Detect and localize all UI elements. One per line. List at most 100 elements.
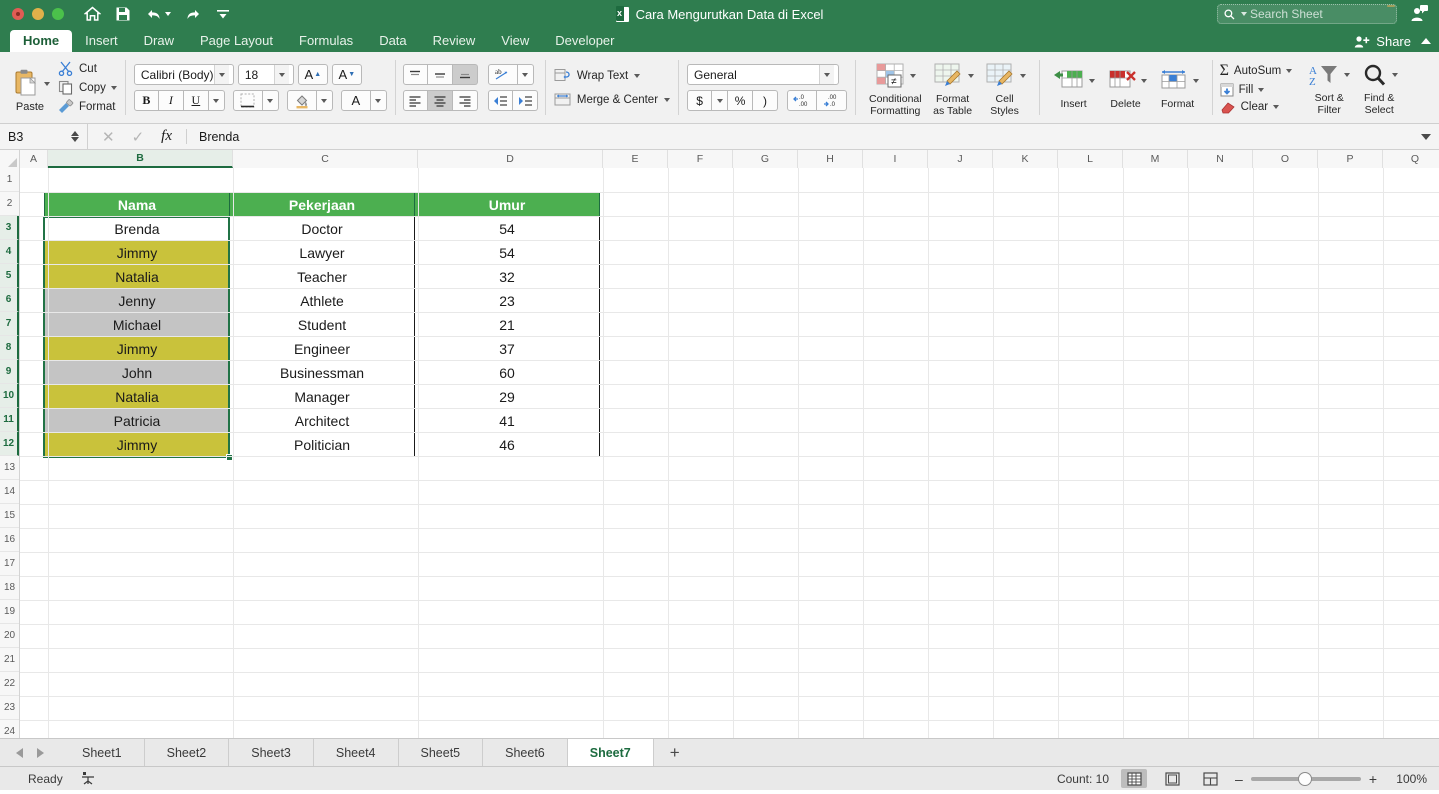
- sheet-tab-sheet4[interactable]: Sheet4: [314, 739, 399, 766]
- cell-nama[interactable]: Jenny: [44, 288, 230, 313]
- undo-dropdown-caret[interactable]: [165, 12, 171, 16]
- cell-pekerjaan[interactable]: Engineer: [229, 336, 415, 361]
- format-painter-button[interactable]: Format: [58, 99, 117, 114]
- row-header-13[interactable]: 13: [0, 456, 19, 480]
- align-top-button[interactable]: [402, 64, 428, 85]
- column-header-A[interactable]: A: [20, 150, 48, 168]
- tab-data[interactable]: Data: [366, 30, 419, 52]
- percent-style-button[interactable]: %: [728, 90, 754, 111]
- cell-umur[interactable]: 23: [414, 288, 600, 313]
- cell-pekerjaan[interactable]: Doctor: [229, 216, 415, 241]
- sheet-tab-sheet6[interactable]: Sheet6: [483, 739, 568, 766]
- row-header-3[interactable]: 3: [0, 216, 19, 240]
- cell-pekerjaan[interactable]: Businessman: [229, 360, 415, 385]
- orientation-dropdown-caret[interactable]: [517, 64, 534, 85]
- copy-dropdown-caret[interactable]: [110, 85, 117, 90]
- autosum-caret[interactable]: [1286, 68, 1293, 73]
- sheet-tab-sheet2[interactable]: Sheet2: [145, 739, 230, 766]
- zoom-slider[interactable]: – +: [1235, 771, 1377, 787]
- tab-developer[interactable]: Developer: [542, 30, 627, 52]
- column-header-I[interactable]: I: [863, 150, 928, 168]
- close-window-button[interactable]: [12, 8, 24, 20]
- customize-toolbar-icon[interactable]: [216, 8, 230, 21]
- column-header-F[interactable]: F: [668, 150, 733, 168]
- cell-umur[interactable]: 60: [414, 360, 600, 385]
- normal-view-button[interactable]: [1121, 769, 1148, 788]
- align-bottom-button[interactable]: [452, 64, 478, 85]
- increase-indent-button[interactable]: [512, 90, 538, 111]
- cell-nama[interactable]: Jimmy: [44, 336, 230, 361]
- table-header-cell[interactable]: Nama: [44, 192, 230, 217]
- cell-pekerjaan[interactable]: Manager: [229, 384, 415, 409]
- paste-dropdown-caret[interactable]: [43, 81, 50, 86]
- column-header-L[interactable]: L: [1058, 150, 1123, 168]
- copy-button[interactable]: Copy: [58, 80, 117, 95]
- data-table[interactable]: Nama Pekerjaan Umur Brenda Doctor 54 Jimmy Lawy…: [44, 192, 600, 457]
- column-header-C[interactable]: C: [233, 150, 418, 168]
- align-right-button[interactable]: [452, 90, 478, 111]
- row-header-14[interactable]: 14: [0, 480, 19, 504]
- column-header-O[interactable]: O: [1253, 150, 1318, 168]
- row-header-1[interactable]: 1: [0, 168, 19, 192]
- cell-pekerjaan[interactable]: Architect: [229, 408, 415, 433]
- table-header-cell[interactable]: Umur: [414, 192, 600, 217]
- column-header-K[interactable]: K: [993, 150, 1058, 168]
- cancel-edit-icon[interactable]: ✕: [102, 128, 115, 146]
- undo-icon[interactable]: [145, 7, 171, 22]
- cell-umur[interactable]: 41: [414, 408, 600, 433]
- font-color-dropdown-caret[interactable]: [370, 90, 387, 111]
- fill-color-dropdown-caret[interactable]: [316, 90, 333, 111]
- column-header-M[interactable]: M: [1123, 150, 1188, 168]
- cell-nama[interactable]: Jimmy: [44, 432, 230, 457]
- sheet-tab-sheet5[interactable]: Sheet5: [399, 739, 484, 766]
- row-header-20[interactable]: 20: [0, 624, 19, 648]
- cell-umur[interactable]: 46: [414, 432, 600, 457]
- formula-input[interactable]: Brenda: [187, 130, 1439, 144]
- borders-dropdown-caret[interactable]: [262, 90, 279, 111]
- tab-page-layout[interactable]: Page Layout: [187, 30, 286, 52]
- grid-cells[interactable]: Nama Pekerjaan Umur Brenda Doctor 54 Jimmy Lawy…: [20, 168, 1439, 738]
- merge-center-button[interactable]: Merge & Center: [554, 92, 671, 107]
- cell-pekerjaan[interactable]: Teacher: [229, 264, 415, 289]
- row-header-5[interactable]: 5: [0, 264, 19, 288]
- cell-umur[interactable]: 32: [414, 264, 600, 289]
- row-header-15[interactable]: 15: [0, 504, 19, 528]
- home-icon[interactable]: [84, 6, 101, 22]
- format-cells-caret[interactable]: [1192, 78, 1199, 83]
- cell-pekerjaan[interactable]: Student: [229, 312, 415, 337]
- column-header-D[interactable]: D: [418, 150, 603, 168]
- select-all-button[interactable]: [0, 150, 20, 168]
- format-cells-button[interactable]: Format: [1152, 66, 1204, 110]
- currency-button[interactable]: $: [687, 90, 713, 111]
- row-header-16[interactable]: 16: [0, 528, 19, 552]
- font-color-button[interactable]: A: [340, 90, 371, 111]
- accessibility-icon[interactable]: [81, 771, 95, 786]
- zoom-in-button[interactable]: +: [1369, 771, 1377, 787]
- tab-insert[interactable]: Insert: [72, 30, 131, 52]
- italic-button[interactable]: I: [158, 90, 184, 111]
- row-header-18[interactable]: 18: [0, 576, 19, 600]
- underline-button[interactable]: U: [183, 90, 209, 111]
- previous-sheet-button[interactable]: [16, 747, 23, 758]
- row-header-12[interactable]: 12: [0, 432, 19, 456]
- fill-caret[interactable]: [1258, 87, 1265, 92]
- cell-styles-button[interactable]: Cell Styles: [979, 59, 1031, 117]
- bold-button[interactable]: B: [133, 90, 159, 111]
- cell-styles-caret[interactable]: [1019, 73, 1026, 78]
- comma-style-button[interactable]: ): [753, 90, 779, 111]
- cell-umur[interactable]: 54: [414, 216, 600, 241]
- clear-caret[interactable]: [1273, 104, 1280, 109]
- conditional-formatting-caret[interactable]: [910, 73, 917, 78]
- minimize-window-button[interactable]: [32, 8, 44, 20]
- zoom-track[interactable]: [1250, 771, 1361, 786]
- tab-view[interactable]: View: [488, 30, 542, 52]
- page-break-view-button[interactable]: [1197, 769, 1223, 788]
- cell-nama[interactable]: Michael: [44, 312, 230, 337]
- align-middle-button[interactable]: [427, 64, 453, 85]
- insert-cells-button[interactable]: Insert: [1048, 66, 1100, 110]
- next-sheet-button[interactable]: [37, 747, 44, 758]
- save-icon[interactable]: [115, 6, 131, 22]
- sheet-tab-sheet1[interactable]: Sheet1: [60, 739, 145, 766]
- page-layout-view-button[interactable]: [1159, 769, 1185, 788]
- increase-font-size-button[interactable]: A ▲: [297, 64, 328, 85]
